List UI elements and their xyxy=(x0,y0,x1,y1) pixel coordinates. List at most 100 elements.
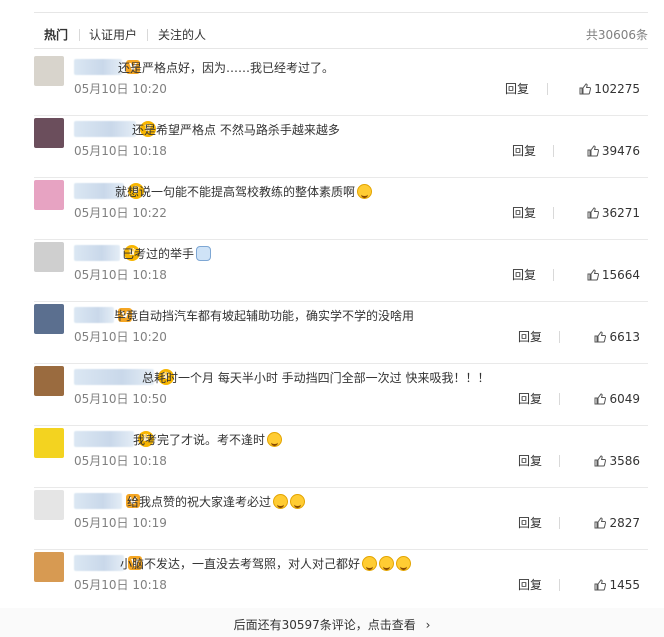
thumbs-up-icon xyxy=(594,455,607,467)
comment-timestamp: 05月10日 10:20 xyxy=(74,330,167,344)
reply-button[interactable]: 回复 xyxy=(518,577,542,593)
comment-text-content: 就想说一句能不能提高驾校教练的整体素质啊 xyxy=(115,185,356,199)
reply-button[interactable]: 回复 xyxy=(518,391,542,407)
grin-emoji xyxy=(379,556,395,571)
action-separator xyxy=(559,393,560,405)
grin-emoji xyxy=(362,556,378,571)
like-button[interactable]: 2827 xyxy=(594,515,640,531)
more-comments-label: 后面还有30597条评论，点击查看 xyxy=(233,618,416,632)
avatar[interactable] xyxy=(34,490,64,520)
username-blurred[interactable] xyxy=(74,555,124,571)
comment-text: 小脑不发达，一直没去考驾照，对人对己都好 xyxy=(120,556,412,572)
comment-timestamp: 05月10日 10:18 xyxy=(74,268,167,282)
action-separator xyxy=(559,517,560,529)
avatar[interactable] xyxy=(34,428,64,458)
reply-button[interactable]: 回复 xyxy=(512,205,536,221)
thumbs-up-icon xyxy=(594,579,607,591)
username-blurred[interactable] xyxy=(74,307,114,323)
like-count: 6049 xyxy=(609,392,640,406)
comment-text-content: 小脑不发达，一直没去考驾照，对人对己都好 xyxy=(120,557,361,571)
reply-button[interactable]: 回复 xyxy=(518,329,542,345)
avatar[interactable] xyxy=(34,56,64,86)
like-button[interactable]: 15664 xyxy=(587,267,640,283)
action-separator xyxy=(553,269,554,281)
avatar[interactable] xyxy=(34,118,64,148)
like-count: 36271 xyxy=(601,206,640,220)
avatar[interactable] xyxy=(34,180,64,210)
chevron-right-icon: › xyxy=(425,618,431,632)
tab-following[interactable]: 关注的人 xyxy=(158,27,206,43)
avatar[interactable] xyxy=(34,304,64,334)
thumbs-up-icon xyxy=(587,207,599,219)
comment-text-content: 还是严格点好，因为……我已经考过了。 xyxy=(118,61,335,75)
tabs-divider xyxy=(34,48,648,49)
top-divider xyxy=(34,12,648,13)
comment-text: 总耗时一个月 每天半小时 手动挡四门全部一次过 快来吸我！！！ xyxy=(142,370,489,386)
like-count: 2827 xyxy=(609,516,640,530)
reply-button[interactable]: 回复 xyxy=(512,267,536,283)
like-count: 39476 xyxy=(601,144,640,158)
avatar[interactable] xyxy=(34,552,64,582)
comment-item: V 小脑不发达，一直没去考驾照，对人对己都好 05月10日 10:18 回复 1455 xyxy=(34,550,648,612)
thumbs-up-icon xyxy=(587,269,599,281)
username-blurred[interactable] xyxy=(74,431,134,447)
action-separator xyxy=(559,331,560,343)
kiss-emoji xyxy=(273,494,289,509)
comment-text-content: 我考完了才说。考不逢时 xyxy=(133,433,266,447)
crying-emoji xyxy=(357,184,373,199)
like-button[interactable]: 6049 xyxy=(594,391,640,407)
action-separator xyxy=(559,455,560,467)
raised-hand-emoji xyxy=(196,246,212,261)
username-blurred[interactable] xyxy=(74,245,120,261)
reply-button[interactable]: 回复 xyxy=(505,81,529,97)
action-separator xyxy=(553,145,554,157)
comment-timestamp: 05月10日 10:50 xyxy=(74,392,167,406)
comment-item: V 毕竟自动挡汽车都有坡起辅助功能，确实学不学的没啥用 05月10日 10:20 回复… xyxy=(34,302,648,364)
tab-verified-users[interactable]: 认证用户 xyxy=(89,27,137,43)
like-count: 102275 xyxy=(594,82,640,96)
comment-text: 给我点赞的祝大家逢考必过 xyxy=(127,494,306,510)
thumbs-up-icon xyxy=(594,393,607,405)
avatar[interactable] xyxy=(34,366,64,396)
avatar[interactable] xyxy=(34,242,64,272)
thumbs-up-icon xyxy=(587,145,599,157)
like-button[interactable]: 102275 xyxy=(579,81,640,97)
username-blurred[interactable] xyxy=(74,493,122,509)
like-button[interactable]: 1455 xyxy=(594,577,640,593)
more-comments-link[interactable]: 后面还有30597条评论，点击查看 › xyxy=(0,617,664,633)
total-count: 共30606条 xyxy=(585,28,648,42)
comment-text-content: 给我点赞的祝大家逢考必过 xyxy=(127,495,272,509)
comment-text-content: 还是希望严格点 不然马路杀手越来越多 xyxy=(132,123,340,137)
like-button[interactable]: 36271 xyxy=(587,205,640,221)
comment-timestamp: 05月10日 10:19 xyxy=(74,516,167,530)
comment-item: ♛ 就想说一句能不能提高驾校教练的整体素质啊 05月10日 10:22 回复 36271 xyxy=(34,178,648,240)
reply-button[interactable]: 回复 xyxy=(512,143,536,159)
like-button[interactable]: 6613 xyxy=(594,329,640,345)
comment-item: ♛ 总耗时一个月 每天半小时 手动挡四门全部一次过 快来吸我！！！ 05月10日 1… xyxy=(34,364,648,426)
comment-text-content: 毕竟自动挡汽车都有坡起辅助功能，确实学不学的没啥用 xyxy=(114,309,415,323)
comment-timestamp: 05月10日 10:22 xyxy=(74,206,167,220)
comment-timestamp: 05月10日 10:18 xyxy=(74,454,167,468)
reply-button[interactable]: 回复 xyxy=(518,453,542,469)
comment-timestamp: 05月10日 10:20 xyxy=(74,82,167,96)
comment-item: ♛ 还是希望严格点 不然马路杀手越来越多 05月10日 10:18 回复 39476 xyxy=(34,116,648,178)
comment-timestamp: 05月10日 10:18 xyxy=(74,144,167,158)
like-button[interactable]: 39476 xyxy=(587,143,640,159)
tab-hot[interactable]: 热门 xyxy=(44,27,68,43)
comment-text: 毕竟自动挡汽车都有坡起辅助功能，确实学不学的没啥用 xyxy=(114,308,414,324)
comment-item: ♛ 已考过的举手 05月10日 10:18 回复 15664 xyxy=(34,240,648,302)
like-count: 3586 xyxy=(609,454,640,468)
thumbs-up-icon xyxy=(594,517,607,529)
comment-text: 还是严格点好，因为……我已经考过了。 xyxy=(118,60,334,76)
action-separator xyxy=(559,579,560,591)
comment-timestamp: 05月10日 10:18 xyxy=(74,578,167,592)
like-count: 1455 xyxy=(609,578,640,592)
reply-button[interactable]: 回复 xyxy=(518,515,542,531)
grin-emoji xyxy=(396,556,412,571)
username-blurred[interactable] xyxy=(74,121,136,137)
comment-text: 还是希望严格点 不然马路杀手越来越多 xyxy=(132,122,340,138)
comment-item: V 还是严格点好，因为……我已经考过了。 05月10日 10:20 回复 102275 xyxy=(34,54,648,116)
comment-tabs: 热门 认证用户 关注的人 共30606条 xyxy=(0,0,664,49)
like-button[interactable]: 3586 xyxy=(594,453,640,469)
username-blurred[interactable] xyxy=(74,59,122,75)
